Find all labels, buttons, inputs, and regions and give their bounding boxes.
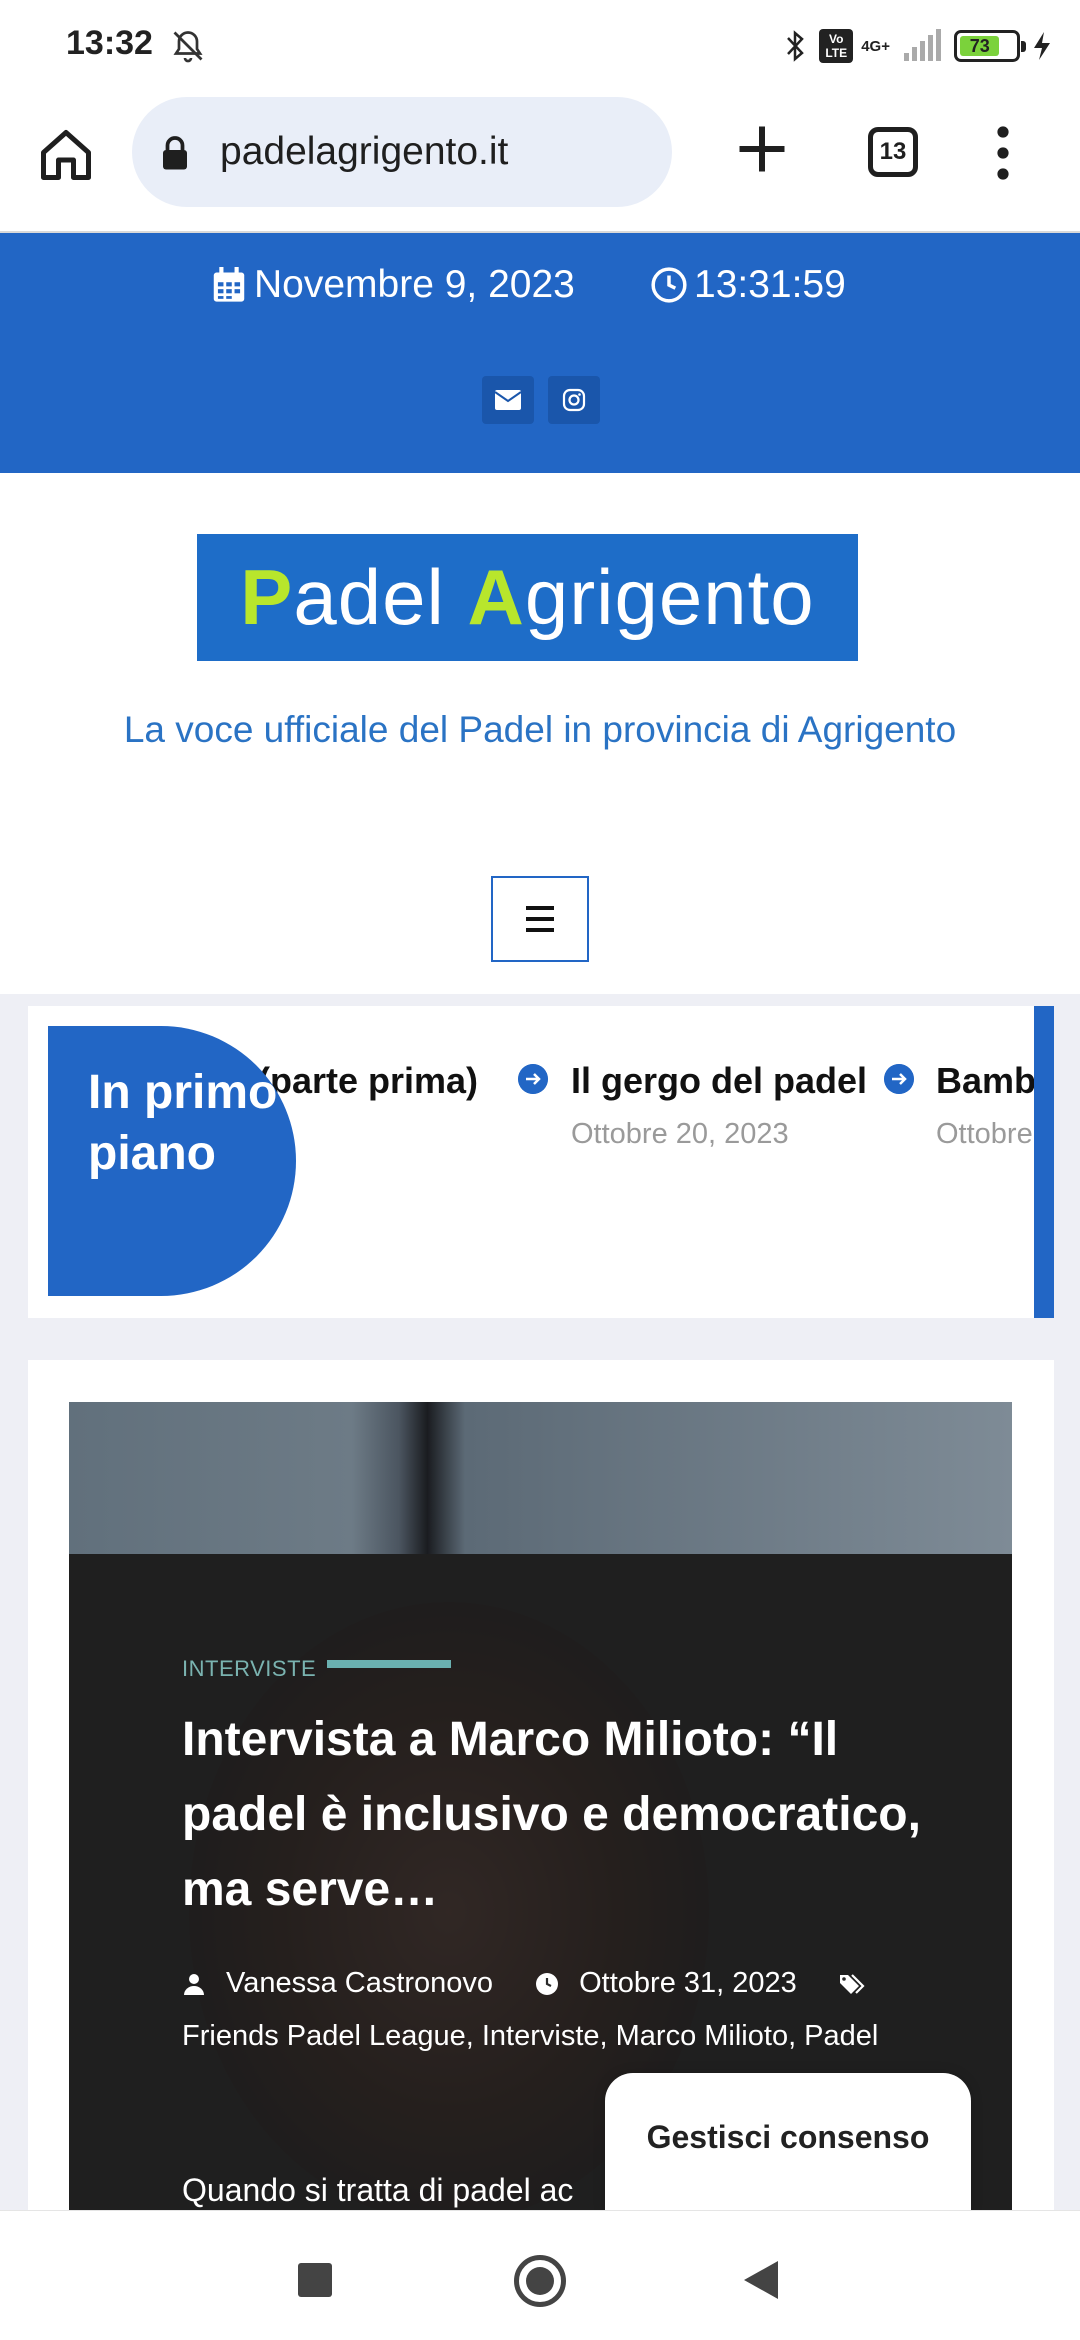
arrow-right-icon — [518, 1064, 548, 1094]
article-meta: Vanessa Castronovo Ottobre 31, 2023 Frie… — [182, 1957, 922, 2063]
ticker-edge — [1034, 1006, 1054, 1318]
battery-icon: 73 — [954, 30, 1026, 62]
tabs-icon[interactable]: 13 — [868, 127, 918, 177]
bell-off-icon — [173, 31, 203, 63]
menu-icon[interactable] — [990, 125, 1016, 181]
browser-toolbar: padelagrigento.it 13 — [0, 95, 1080, 233]
manage-consent-button[interactable]: Gestisci consenso — [605, 2073, 971, 2213]
home-icon[interactable] — [36, 125, 96, 185]
arrow-right-icon — [884, 1064, 914, 1094]
topbar-date: Novembre 9, 2023 — [212, 263, 575, 307]
current-date: Novembre 9, 2023 — [254, 263, 575, 306]
article-title[interactable]: Intervista a Marco Milioto: “Il padel è … — [182, 1702, 922, 1927]
address-bar[interactable]: padelagrigento.it — [132, 97, 672, 207]
url-text[interactable]: padelagrigento.it — [220, 130, 508, 174]
system-navbar — [0, 2210, 1080, 2340]
signal-icon — [904, 29, 941, 61]
article-date: Ottobre 31, 2023 — [579, 1967, 797, 1999]
network-type: 4G+ — [861, 37, 890, 55]
article-tags[interactable]: Friends Padel League, Interviste, Marco … — [182, 2020, 878, 2052]
instagram-link[interactable] — [548, 376, 600, 424]
ticker-item-date: Ottobre 20, 2023 — [571, 1118, 789, 1150]
ticker-label: In primo piano — [48, 1026, 296, 1296]
clock-icon — [651, 267, 687, 303]
current-time: 13:31:59 — [694, 263, 846, 306]
article-excerpt: Quando si tratta di padel ac — [182, 2172, 574, 2208]
ticker-item-title[interactable]: Il gergo del padel — [571, 1060, 867, 1102]
calendar-icon — [213, 267, 245, 302]
lock-icon — [163, 136, 187, 170]
volte-icon: Vo LTE — [819, 29, 854, 63]
bluetooth-icon — [787, 30, 805, 62]
logo-cap-a: A — [467, 553, 525, 641]
ticker-item-title[interactable]: Bamb — [936, 1060, 1036, 1102]
category-underline — [327, 1660, 451, 1668]
charging-icon — [1034, 32, 1050, 60]
logo-text-grigento: grigento — [524, 553, 815, 641]
instagram-icon — [562, 388, 586, 412]
recents-icon[interactable] — [298, 2263, 332, 2297]
article-author[interactable]: Vanessa Castronovo — [226, 1967, 493, 1999]
logo-cap-p: P — [240, 553, 294, 641]
home-circle-icon[interactable] — [514, 2255, 566, 2307]
tags-icon — [839, 1974, 865, 1995]
email-icon — [495, 390, 521, 410]
user-icon — [184, 1974, 204, 1996]
logo-text-adel: adel — [293, 553, 468, 641]
email-link[interactable] — [482, 376, 534, 424]
site-topbar: Novembre 9, 2023 13:31:59 — [0, 233, 1080, 473]
news-ticker: (parte prima) Il gergo del padel Ottobre… — [28, 1006, 1054, 1318]
battery-level: 73 — [960, 36, 1000, 56]
hamburger-line — [526, 928, 554, 932]
site-logo[interactable]: Padel Agrigento — [197, 534, 858, 661]
site-tagline: La voce ufficiale del Padel in provincia… — [123, 709, 957, 750]
plus-icon[interactable] — [732, 119, 792, 179]
hamburger-line — [526, 906, 554, 910]
status-bar: 13:32 Vo LTE 4G+ 73 — [0, 0, 1080, 95]
ticker-item-date: Ottobre — [936, 1118, 1033, 1150]
status-time: 13:32 — [66, 24, 153, 62]
hamburger-menu-button[interactable] — [491, 876, 589, 962]
ticker-item-title[interactable]: (parte prima) — [258, 1060, 478, 1102]
clock-icon — [536, 1973, 559, 1996]
back-icon[interactable] — [744, 2261, 778, 2299]
article-category[interactable]: INTERVISTE — [182, 1656, 316, 1682]
topbar-time: 13:31:59 — [650, 263, 846, 307]
article-image — [69, 1402, 1012, 1554]
hamburger-line — [526, 917, 554, 921]
